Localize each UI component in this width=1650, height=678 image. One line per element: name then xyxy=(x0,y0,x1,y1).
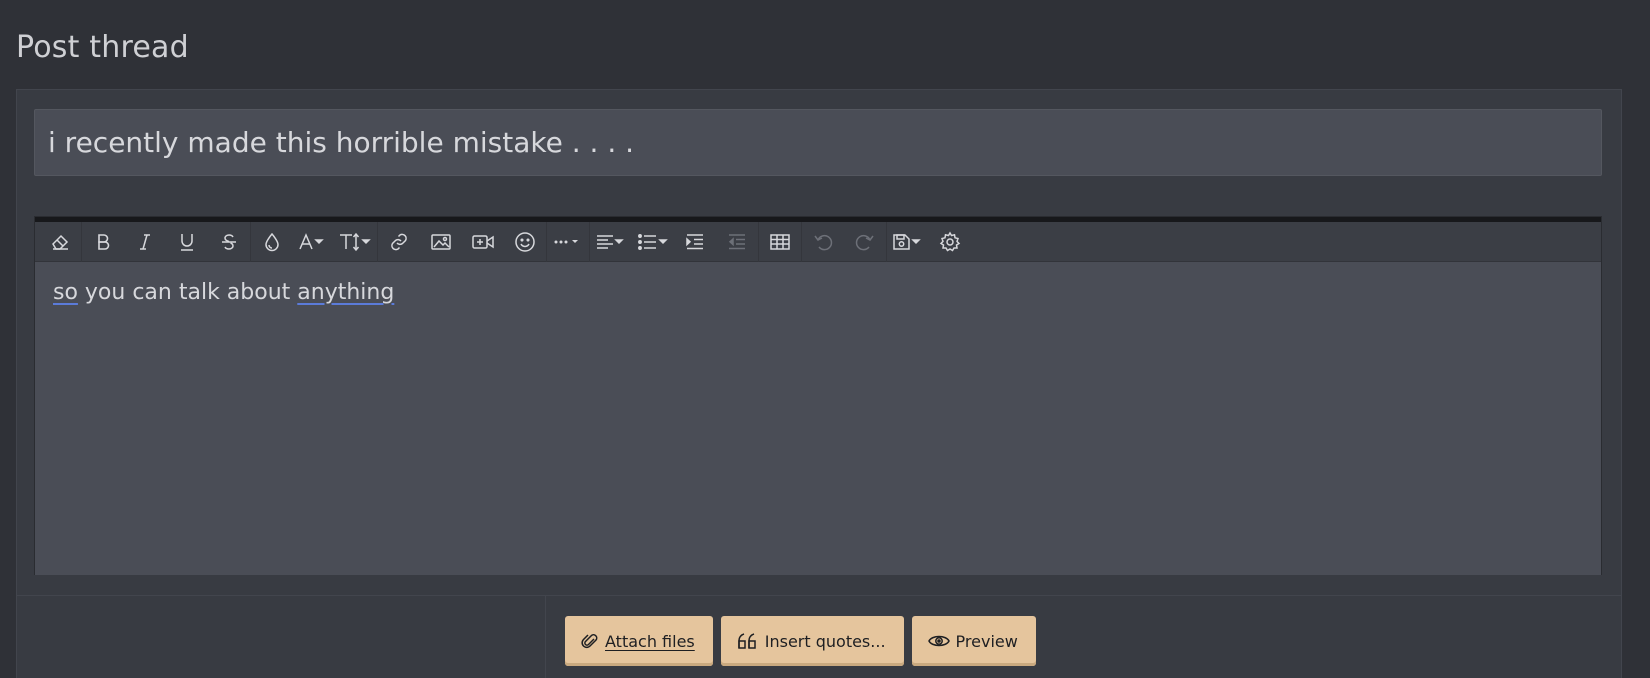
link-icon[interactable] xyxy=(378,222,420,262)
preview-button[interactable]: Preview xyxy=(911,616,1036,666)
form-actions-row: Attach files Insert quotes... Preview xyxy=(17,595,1621,678)
gear-icon[interactable] xyxy=(929,222,971,262)
spellcheck-word: anything xyxy=(297,280,395,305)
strikethrough-icon[interactable] xyxy=(208,222,250,262)
underline-icon[interactable] xyxy=(166,222,208,262)
list-icon[interactable] xyxy=(632,222,674,262)
outdent-icon[interactable] xyxy=(716,222,758,262)
undo-icon[interactable] xyxy=(802,222,844,262)
form-actions-spacer xyxy=(17,596,546,678)
image-icon[interactable] xyxy=(420,222,462,262)
attach-files-label: Attach files xyxy=(605,631,695,651)
smiley-icon[interactable] xyxy=(504,222,546,262)
post-thread-page: Post thread i recently made this horribl… xyxy=(0,0,1650,678)
paperclip-icon xyxy=(581,632,599,650)
form-buttons: Attach files Insert quotes... Preview xyxy=(565,616,1036,666)
message-body-input[interactable]: so you can talk about anything xyxy=(35,262,1601,575)
indent-icon[interactable] xyxy=(674,222,716,262)
ellipsis-icon[interactable] xyxy=(547,222,589,262)
insert-quotes-button[interactable]: Insert quotes... xyxy=(720,616,904,666)
align-icon[interactable] xyxy=(590,222,632,262)
redo-icon[interactable] xyxy=(844,222,886,262)
table-icon[interactable] xyxy=(759,222,801,262)
message-editor: so you can talk about anything xyxy=(34,216,1602,575)
font-icon[interactable] xyxy=(293,222,335,262)
save-icon[interactable] xyxy=(887,222,929,262)
post-thread-form: i recently made this horrible mistake . … xyxy=(16,89,1622,678)
attach-files-button[interactable]: Attach files xyxy=(565,616,713,666)
droplet-icon[interactable] xyxy=(251,222,293,262)
insert-quotes-label: Insert quotes... xyxy=(764,631,886,651)
page-title: Post thread xyxy=(16,30,189,65)
eraser-icon[interactable] xyxy=(39,222,81,262)
bold-icon[interactable] xyxy=(82,222,124,262)
thread-title-input[interactable]: i recently made this horrible mistake . … xyxy=(34,109,1602,176)
preview-label: Preview xyxy=(955,631,1018,651)
quote-icon xyxy=(737,632,759,650)
video-icon[interactable] xyxy=(462,222,504,262)
editor-toolbar xyxy=(35,221,1601,262)
italic-icon[interactable] xyxy=(124,222,166,262)
spellcheck-word: so xyxy=(53,280,78,305)
message-text: you can talk about xyxy=(77,280,298,305)
font-size-icon[interactable] xyxy=(335,222,377,262)
eye-icon xyxy=(927,632,950,650)
